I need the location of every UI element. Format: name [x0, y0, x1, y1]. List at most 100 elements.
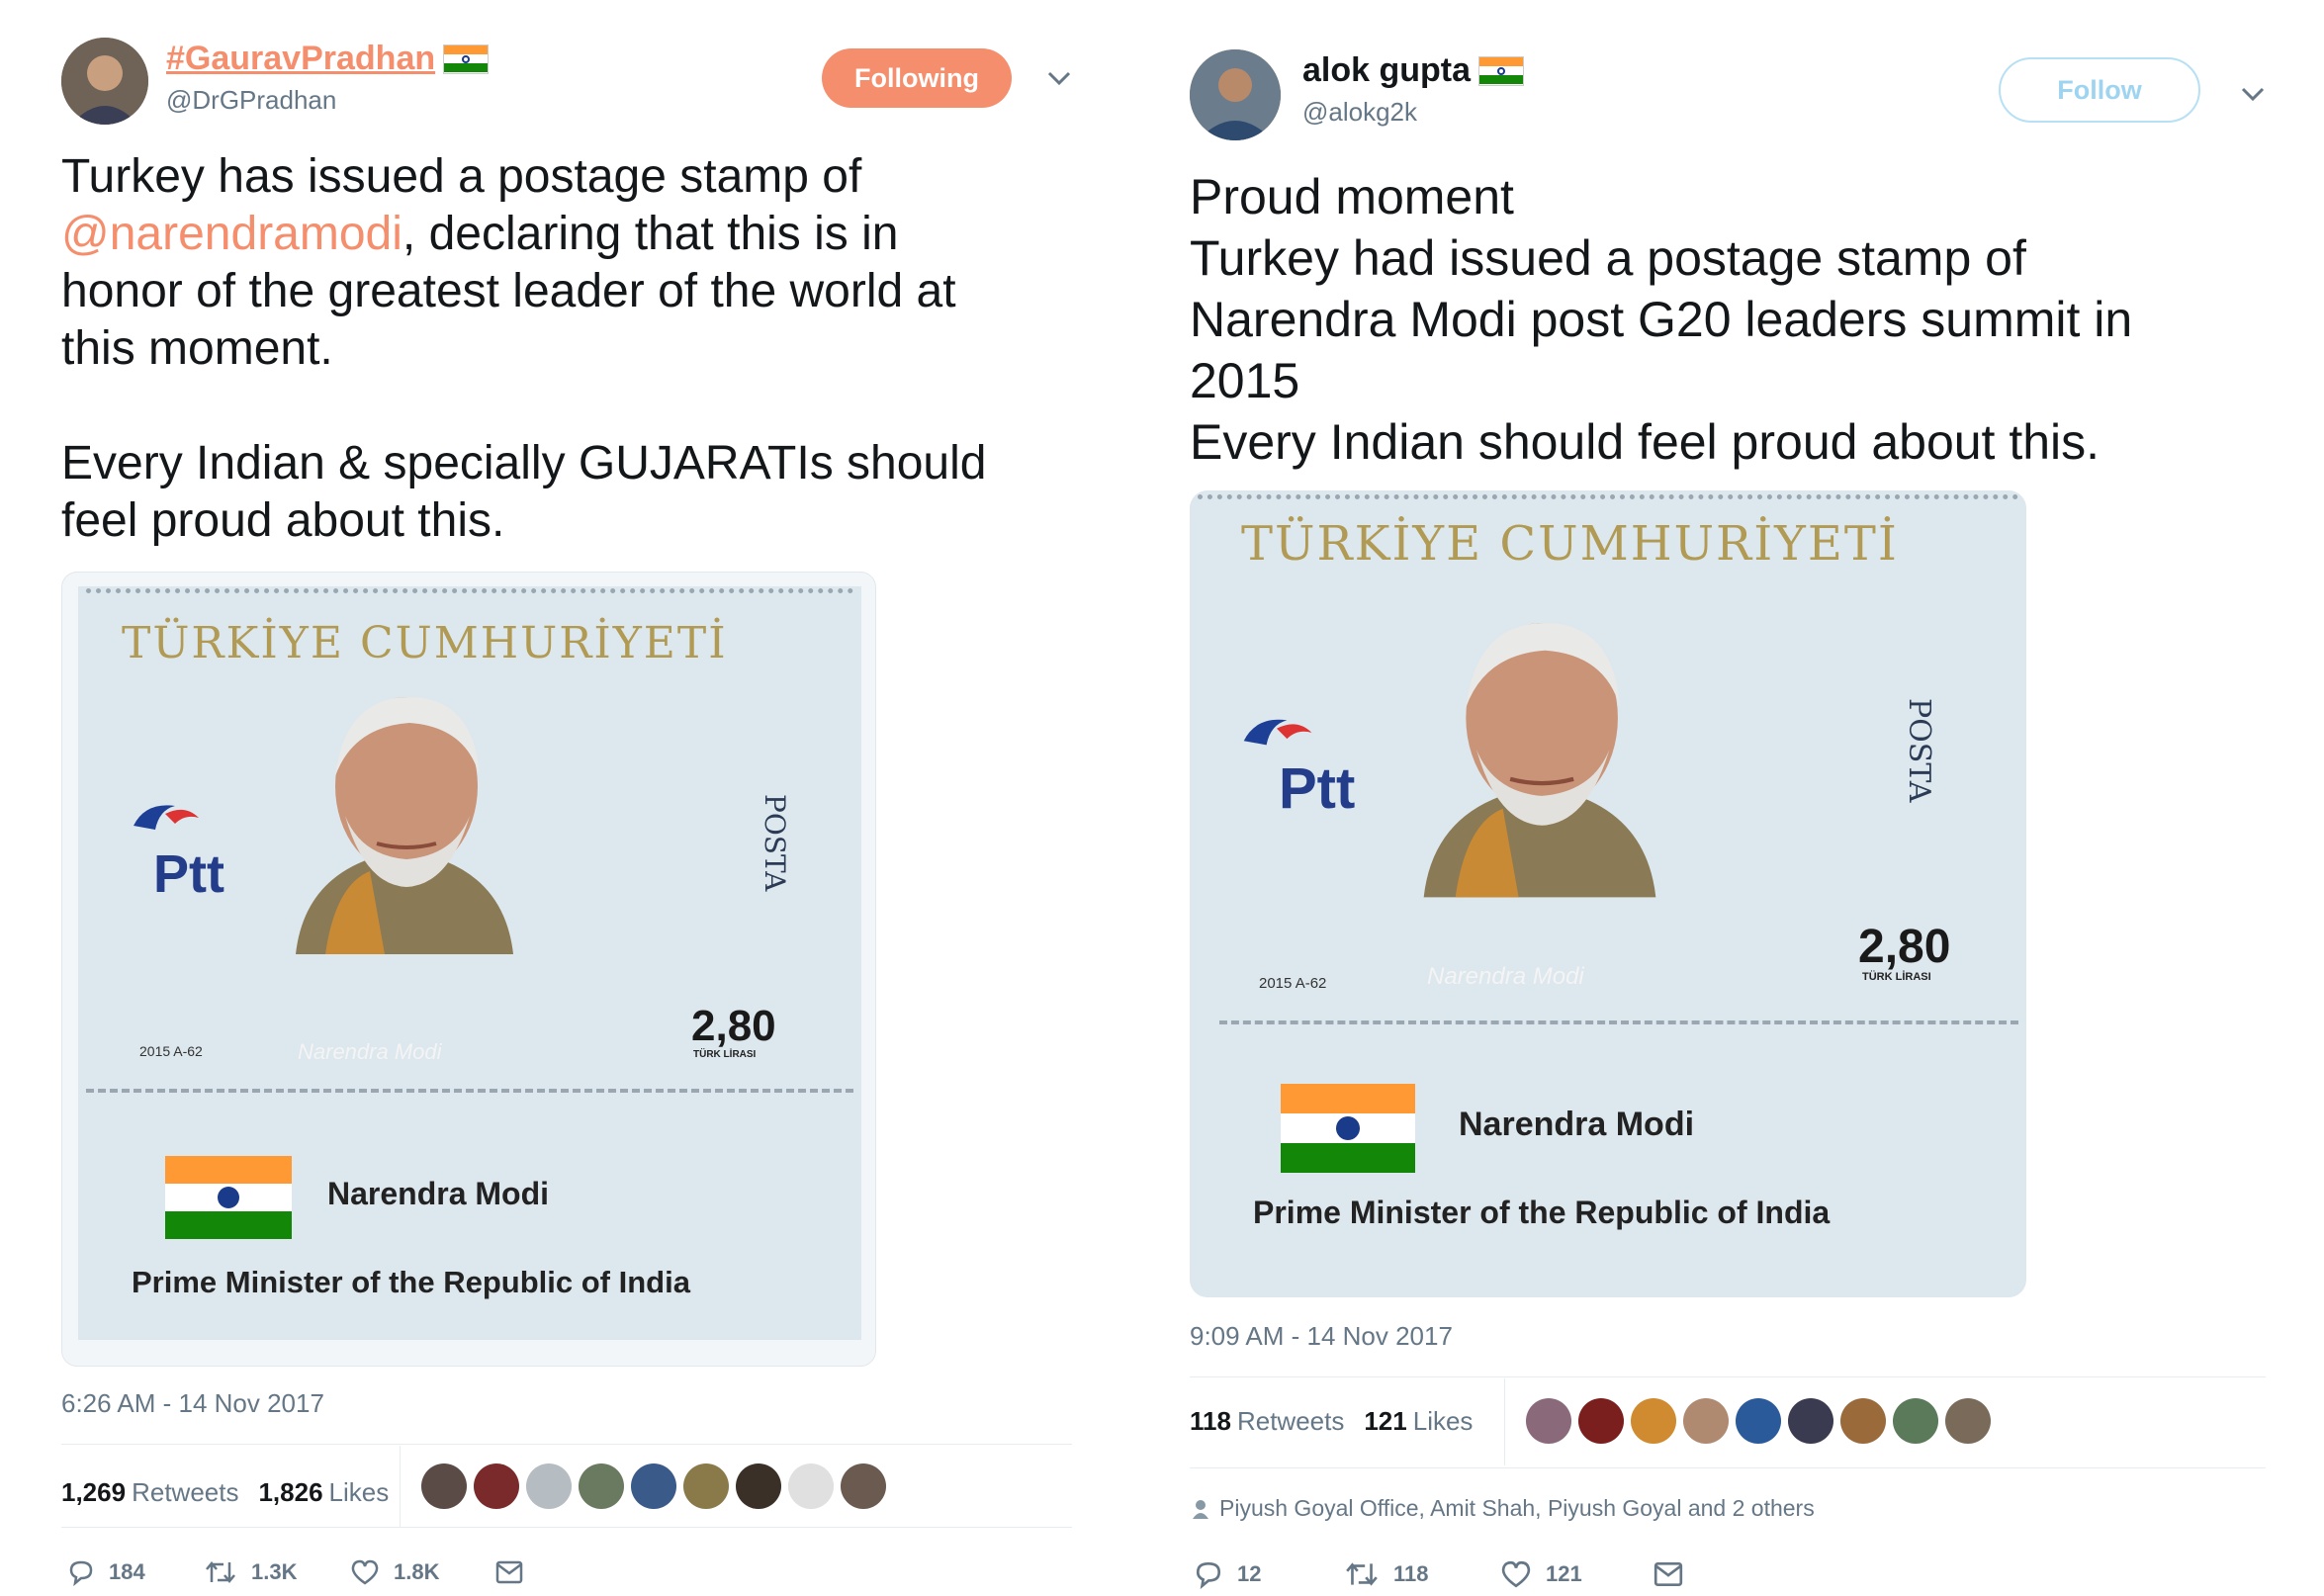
ptt-brand: Ptt — [153, 844, 224, 904]
reply-icon — [1196, 1561, 1221, 1589]
stamp-price: 2,80 — [691, 1002, 776, 1050]
avatar[interactable] — [1945, 1398, 1991, 1444]
stamp-country-title: TÜRKİYE CUMHURİYETİ — [1241, 516, 1899, 572]
avatar[interactable] — [788, 1463, 834, 1509]
india-flag-icon — [1478, 55, 1525, 86]
like-count: 1.8K — [394, 1559, 440, 1584]
tweet-text-part: Turkey has issued a postage stamp of — [61, 150, 862, 203]
tweet-actions: 184 1.3K 1.8K — [67, 1552, 524, 1592]
reply-icon — [69, 1560, 93, 1586]
avatar[interactable] — [1578, 1398, 1624, 1444]
perforation — [86, 1089, 853, 1093]
tweet-image[interactable]: TÜRKİYE CUMHURİYETİ Ptt POSTA Narendra M… — [1190, 490, 2026, 1297]
signature: Narendra Modi — [1427, 963, 1584, 990]
perforation — [86, 588, 853, 593]
user-handle[interactable]: @DrGPradhan — [166, 85, 336, 116]
perforation — [1219, 1020, 2018, 1024]
stamp-title: Prime Minister of the Republic of India — [1253, 1195, 1831, 1230]
mail-icon — [495, 1560, 523, 1584]
display-name[interactable]: alok gupta — [1302, 51, 1471, 90]
user-handle[interactable]: @alokg2k — [1302, 97, 1417, 128]
reply-button[interactable]: 12 — [1194, 1559, 1344, 1589]
tweet-image[interactable]: TÜRKİYE CUMHURİYETİ Ptt POSTA Narendra M… — [61, 572, 876, 1367]
retweets-stat[interactable]: 1,269 Retweets — [61, 1477, 238, 1508]
india-flag — [1281, 1084, 1415, 1173]
ptt-logo-icon — [134, 805, 199, 830]
tweet-text: Turkey has issued a postage stamp of @na… — [61, 148, 1080, 550]
signature: Narendra Modi — [298, 1039, 442, 1064]
avatar[interactable] — [61, 38, 148, 125]
stamp-price: 2,80 — [1858, 921, 1951, 973]
reply-button[interactable]: 184 — [67, 1558, 204, 1586]
stamp-title: Prime Minister of the Republic of India — [132, 1265, 690, 1299]
stamp-name: Narendra Modi — [1459, 1106, 1695, 1143]
divider — [61, 1527, 1072, 1528]
avatar[interactable] — [421, 1463, 467, 1509]
following-button[interactable]: Following — [822, 48, 1012, 108]
retweet-icon — [206, 1561, 235, 1583]
avatar[interactable] — [683, 1463, 729, 1509]
display-name-row[interactable]: #GauravPradhan — [166, 40, 490, 78]
posta-label: POSTA — [1902, 698, 1936, 803]
divider — [61, 1444, 1072, 1445]
reply-count: 184 — [109, 1559, 145, 1584]
like-count: 121 — [1546, 1561, 1582, 1586]
divider — [1190, 1376, 2266, 1377]
like-button[interactable]: 1.8K — [350, 1558, 494, 1586]
retweet-count: 1.3K — [251, 1559, 298, 1584]
like-button[interactable]: 121 — [1500, 1559, 1653, 1589]
year-code: 2015 A-62 — [1259, 975, 1327, 992]
heart-icon — [1501, 1560, 1531, 1588]
year-code: 2015 A-62 — [139, 1043, 203, 1059]
avatar[interactable] — [631, 1463, 676, 1509]
social-context[interactable]: Piyush Goyal Office, Amit Shah, Piyush G… — [1192, 1495, 1815, 1522]
likes-stat[interactable]: 1,826 Likes — [258, 1477, 389, 1508]
chevron-down-icon[interactable] — [2240, 85, 2266, 103]
chevron-down-icon[interactable] — [1046, 69, 1072, 87]
ptt-logo-icon — [1243, 719, 1312, 746]
engagement-stats: 118 Retweets 121 Likes — [1190, 1396, 1473, 1446]
tweet-text: Proud moment Turkey had issued a postage… — [1190, 169, 2133, 470]
retweet-button[interactable]: 118 — [1344, 1559, 1500, 1589]
likes-stat[interactable]: 121 Likes — [1364, 1406, 1473, 1437]
person-icon — [1193, 1499, 1208, 1519]
postage-stamp: TÜRKİYE CUMHURİYETİ Ptt POSTA Narendra M… — [1190, 490, 2026, 1297]
posta-label: POSTA — [759, 794, 791, 892]
timestamp[interactable]: 6:26 AM - 14 Nov 2017 — [61, 1388, 324, 1419]
timestamp[interactable]: 9:09 AM - 14 Nov 2017 — [1190, 1321, 1453, 1352]
avatar[interactable] — [579, 1463, 624, 1509]
avatar[interactable] — [1190, 49, 1281, 140]
stamp-name: Narendra Modi — [327, 1176, 550, 1211]
display-name-row[interactable]: alok gupta — [1302, 51, 1525, 90]
avatar[interactable] — [1840, 1398, 1886, 1444]
message-button[interactable] — [1653, 1560, 1684, 1588]
social-context-text: Piyush Goyal Office, Amit Shah, Piyush G… — [1219, 1495, 1815, 1521]
mention-link[interactable]: @narendramodi — [61, 208, 402, 260]
india-flag-icon — [443, 44, 490, 74]
india-flag — [165, 1156, 292, 1239]
follow-button[interactable]: Follow — [1999, 57, 2200, 123]
message-button[interactable] — [494, 1559, 524, 1585]
retweet-count: 118 — [1393, 1561, 1429, 1586]
price-unit: TÜRK LİRASI — [1862, 971, 1931, 983]
avatar[interactable] — [1631, 1398, 1676, 1444]
retweet-button[interactable]: 1.3K — [204, 1558, 350, 1586]
avatar[interactable] — [1788, 1398, 1833, 1444]
heart-icon — [351, 1559, 379, 1585]
avatar[interactable] — [1526, 1398, 1571, 1444]
avatar[interactable] — [736, 1463, 781, 1509]
liker-avatars — [421, 1463, 886, 1509]
display-name[interactable]: #GauravPradhan — [166, 40, 435, 78]
engagement-stats: 1,269 Retweets 1,826 Likes — [61, 1467, 389, 1517]
avatar[interactable] — [1736, 1398, 1781, 1444]
avatar[interactable] — [1893, 1398, 1938, 1444]
postage-stamp: TÜRKİYE CUMHURİYETİ Ptt POSTA Narendra M… — [78, 586, 861, 1340]
retweets-stat[interactable]: 118 Retweets — [1190, 1406, 1344, 1437]
avatar[interactable] — [474, 1463, 519, 1509]
avatar[interactable] — [1683, 1398, 1729, 1444]
avatar[interactable] — [841, 1463, 886, 1509]
divider — [1190, 1467, 2266, 1468]
avatar[interactable] — [526, 1463, 572, 1509]
ptt-brand: Ptt — [1279, 756, 1356, 821]
retweet-icon — [1346, 1562, 1378, 1586]
